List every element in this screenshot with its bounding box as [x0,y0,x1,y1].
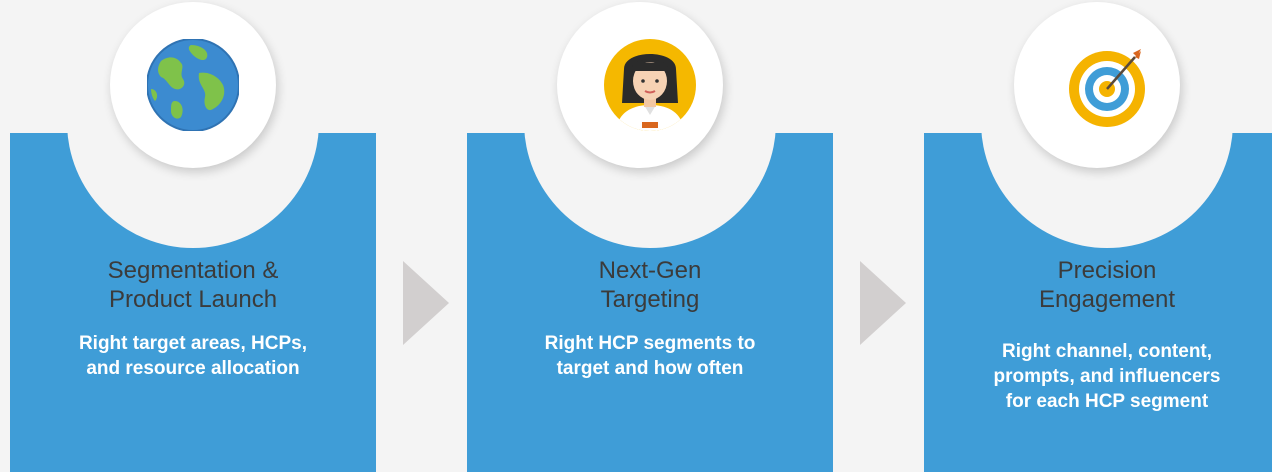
step-3-desc-line2: prompts, and influencers [993,366,1221,387]
step-1-description: Right target areas, HCPs, and resource a… [10,331,376,381]
globe-icon [147,39,239,131]
step-3-desc-line1: Right channel, content, [1001,341,1213,362]
step-2-desc-line2: target and how often [556,358,744,379]
step-1-desc-line1: Right target areas, HCPs, [78,333,308,354]
step-1-title-line1: Segmentation & [107,257,279,284]
step-2-title-line2: Targeting [600,286,700,313]
step-3-title-line1: Precision [1057,257,1157,284]
step-2-title: Next-Gen Targeting [467,256,833,314]
step-1-title-line2: Product Launch [108,286,278,313]
step-3-title: Precision Engagement [924,256,1272,314]
step-3-title-line2: Engagement [1038,286,1176,313]
flow-arrow-2 [860,261,906,345]
flow-arrow-1 [403,261,449,345]
step-2-description: Right HCP segments to target and how oft… [467,331,833,381]
step-2-title-line1: Next-Gen [598,257,702,284]
step-3-desc-line3: for each HCP segment [1005,391,1209,412]
doctor-avatar-icon [604,39,696,131]
step-3-description: Right channel, content, prompts, and inf… [924,339,1272,414]
step-1-desc-line2: and resource allocation [86,358,300,379]
target-icon [1061,39,1153,131]
step-2-desc-line1: Right HCP segments to [544,333,756,354]
step-1-title: Segmentation & Product Launch [10,256,376,314]
